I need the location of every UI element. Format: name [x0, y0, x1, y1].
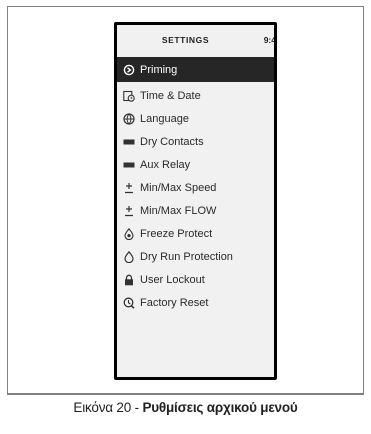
- menu-item-user-lockout[interactable]: User Lockout: [117, 268, 274, 291]
- menu-item-label: Priming: [140, 63, 178, 76]
- menu-item-label: Dry Contacts: [140, 135, 204, 148]
- clock-readout: 9:4: [263, 35, 274, 45]
- menu-item-min-max-speed[interactable]: Min/Max Speed: [117, 176, 274, 199]
- menu-item-freeze-protect[interactable]: Freeze Protect: [117, 222, 274, 245]
- menu-item-label: Freeze Protect: [140, 227, 213, 240]
- relay-icon: [122, 158, 135, 171]
- menu-item-label: Dry Run Protection: [140, 250, 233, 263]
- terminal-block-icon: [122, 135, 135, 148]
- menu-item-factory-reset[interactable]: Factory Reset: [117, 291, 274, 314]
- drop-outline-icon: [122, 250, 135, 263]
- menu-item-time-date[interactable]: Time & Date: [117, 84, 274, 107]
- priming-icon: [122, 63, 135, 76]
- device-bezel: SETTINGS 9:4 Priming Time & Date Languag…: [114, 22, 277, 380]
- globe-icon: [122, 112, 135, 125]
- figure-caption: Εικόνα 20 - Ρυθμίσεις αρχικού μενού: [7, 400, 364, 415]
- menu-item-label: User Lockout: [140, 273, 205, 286]
- caption-title: Ρυθμίσεις αρχικού μενού: [142, 400, 298, 415]
- menu-item-dry-contacts[interactable]: Dry Contacts: [117, 130, 274, 153]
- menu-item-min-max-flow[interactable]: Min/Max FLOW: [117, 199, 274, 222]
- menu-item-label: Time & Date: [140, 89, 201, 102]
- caption-divider: [7, 394, 364, 395]
- page-title: SETTINGS: [161, 35, 210, 45]
- settings-menu: Priming Time & Date Language Dry Contact…: [117, 57, 274, 314]
- reset-icon: [122, 296, 135, 309]
- menu-item-label: Aux Relay: [140, 158, 191, 171]
- menu-item-label: Factory Reset: [140, 296, 209, 309]
- menu-item-dry-run-protection[interactable]: Dry Run Protection: [117, 245, 274, 268]
- menu-item-label: Min/Max FLOW: [140, 204, 217, 217]
- menu-item-label: Min/Max Speed: [140, 181, 217, 194]
- plus-minus-icon: [122, 204, 135, 217]
- caption-prefix: Εικόνα 20 -: [73, 400, 143, 415]
- calendar-clock-icon: [122, 89, 135, 102]
- menu-item-label: Language: [140, 112, 189, 125]
- menu-item-language[interactable]: Language: [117, 107, 274, 130]
- menu-item-priming[interactable]: Priming: [117, 57, 274, 82]
- plus-minus-icon: [122, 181, 135, 194]
- lock-icon: [122, 273, 135, 286]
- drop-icon: [122, 227, 135, 240]
- menu-item-aux-relay[interactable]: Aux Relay: [117, 153, 274, 176]
- device-screen: SETTINGS 9:4 Priming Time & Date Languag…: [117, 25, 274, 377]
- screen-header: SETTINGS 9:4: [117, 25, 274, 57]
